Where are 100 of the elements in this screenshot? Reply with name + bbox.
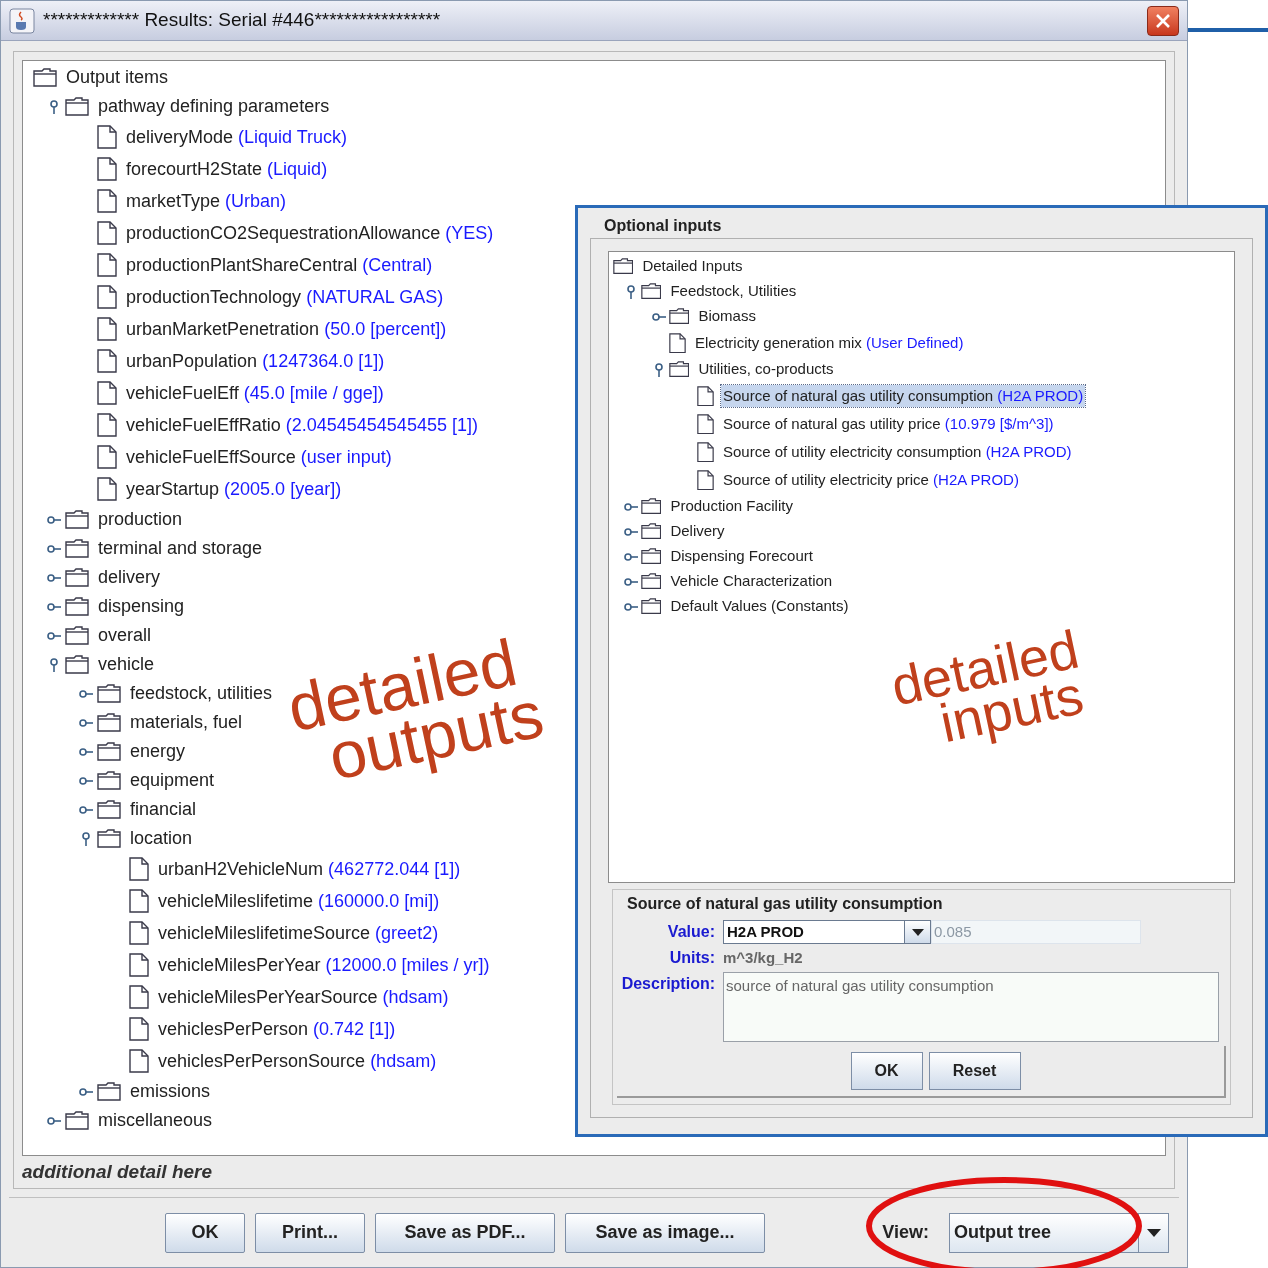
folder-icon xyxy=(97,742,121,761)
tree-item[interactable]: financial xyxy=(128,796,199,823)
window-title: ************* Results: Serial #446***************** xyxy=(43,8,441,33)
units-value: m^3/kg_H2 xyxy=(723,947,803,968)
document-icon xyxy=(697,441,714,463)
expanded-handle-icon[interactable] xyxy=(47,657,61,672)
document-icon xyxy=(129,985,149,1009)
tree-item[interactable]: Detailed Inputs xyxy=(640,255,745,278)
tree-item[interactable]: Output items xyxy=(64,64,171,91)
expanded-handle-icon[interactable] xyxy=(47,99,61,114)
folder-icon xyxy=(97,829,121,848)
folder-icon xyxy=(65,568,89,587)
tree-item[interactable]: Source of utility electricity consumption (H2A PROD) xyxy=(721,440,1074,464)
document-icon xyxy=(129,889,149,913)
form-button[interactable]: Reset xyxy=(928,1052,1021,1090)
tree-item[interactable]: productionCO2SequestrationAllowance (YES) xyxy=(124,219,496,247)
document-icon xyxy=(97,445,117,469)
document-icon xyxy=(129,1017,149,1041)
description-field[interactable]: source of natural gas utility consumption xyxy=(723,972,1219,1042)
folder-icon xyxy=(65,626,89,645)
value-dropdown[interactable]: H2A PROD xyxy=(723,920,931,944)
folder-icon xyxy=(641,523,662,540)
tree-item[interactable]: pathway defining parameters xyxy=(96,93,332,120)
tree-item[interactable]: feedstock, utilities xyxy=(128,680,275,707)
tree-item[interactable]: marketType (Urban) xyxy=(124,187,289,215)
folder-icon xyxy=(65,655,89,674)
coffee-cup-icon xyxy=(9,7,35,34)
expanded-handle-icon[interactable] xyxy=(624,284,638,299)
tree-item[interactable]: vehiclesPerPerson (0.742 [1]) xyxy=(156,1015,398,1043)
folder-icon xyxy=(33,68,57,87)
tree-item[interactable]: productionTechnology (NATURAL GAS) xyxy=(124,283,446,311)
tree-item[interactable]: Electricity generation mix (User Defined) xyxy=(693,331,966,355)
tree-item[interactable]: forecourtH2State (Liquid) xyxy=(124,155,330,183)
tree-item[interactable]: urbanMarketPenetration (50.0 [percent]) xyxy=(124,315,449,343)
document-icon xyxy=(697,413,714,435)
tree-item[interactable]: vehicleMileslifetime (160000.0 [mi]) xyxy=(156,887,442,915)
document-icon xyxy=(97,381,117,405)
document-icon xyxy=(97,189,117,213)
tree-item[interactable]: Utilities, co-products xyxy=(696,358,836,381)
dialog-button[interactable]: Save as image... xyxy=(565,1212,765,1253)
document-icon xyxy=(697,469,714,491)
tree-item[interactable]: emissions xyxy=(128,1078,213,1105)
tree-item[interactable]: equipment xyxy=(128,767,217,794)
tree-item[interactable]: Feedstock, Utilities xyxy=(668,280,799,303)
folder-icon xyxy=(641,573,662,590)
field-label: Value: xyxy=(666,922,716,942)
tree-item[interactable]: vehicleFuelEffSource (user input) xyxy=(124,443,394,471)
folder-icon xyxy=(641,498,662,515)
tree-item[interactable]: Source of utility electricity price (H2A PROD) xyxy=(721,468,1021,492)
document-icon xyxy=(97,317,117,341)
tree-item[interactable]: energy xyxy=(128,738,188,765)
dropdown-arrow-icon xyxy=(911,928,924,936)
tree-item[interactable]: location xyxy=(128,825,195,852)
view-dropdown[interactable]: Output tree xyxy=(949,1212,1169,1253)
tree-item[interactable]: delivery xyxy=(96,564,163,591)
document-icon xyxy=(97,125,117,149)
tree-item[interactable]: Dispensing Forecourt xyxy=(668,545,815,568)
tree-item[interactable]: vehicleMileslifetimeSource (greet2) xyxy=(156,919,441,947)
tree-item[interactable]: Source of natural gas utility price (10.979 [$/m^3]) xyxy=(721,412,1056,436)
tree-item[interactable]: terminal and storage xyxy=(96,535,265,562)
tree-item[interactable]: Delivery xyxy=(668,520,727,543)
tree-item[interactable]: materials, fuel xyxy=(128,709,245,736)
tree-item[interactable]: overall xyxy=(96,622,154,649)
form-button[interactable]: OK xyxy=(850,1052,923,1090)
tree-item[interactable]: production xyxy=(96,506,185,533)
tree-item[interactable]: dispensing xyxy=(96,593,187,620)
tree-item[interactable]: vehiclesPerPersonSource (hdsam) xyxy=(156,1047,439,1075)
tree-item[interactable]: Biomass xyxy=(696,305,758,328)
tree-item[interactable]: urbanPopulation (1247364.0 [1]) xyxy=(124,347,387,375)
tree-item[interactable]: productionPlantShareCentral (Central) xyxy=(124,251,435,279)
folder-icon xyxy=(669,361,690,378)
folder-icon xyxy=(97,800,121,819)
tree-item[interactable]: vehicleFuelEff (45.0 [mile / gge]) xyxy=(124,379,386,407)
folder-icon xyxy=(65,510,89,529)
dialog-button[interactable]: Save as PDF... xyxy=(375,1212,555,1253)
tree-item[interactable]: vehicleMilesPerYearSource (hdsam) xyxy=(156,983,451,1011)
tree-item[interactable]: urbanH2VehicleNum (462772.044 [1]) xyxy=(156,855,463,883)
folder-icon xyxy=(97,1082,121,1101)
tree-item[interactable]: vehicle xyxy=(96,651,157,678)
tree-item[interactable]: yearStartup (2005.0 [year]) xyxy=(124,475,344,503)
dialog-button[interactable]: Print... xyxy=(255,1212,365,1253)
tree-item[interactable]: Vehicle Characterization xyxy=(668,570,835,593)
folder-icon xyxy=(641,283,662,300)
tree-item[interactable]: Production Facility xyxy=(668,495,795,518)
close-button[interactable] xyxy=(1147,5,1179,36)
expanded-handle-icon[interactable] xyxy=(652,362,666,377)
tree-item[interactable]: deliveryMode (Liquid Truck) xyxy=(124,123,350,151)
folder-icon xyxy=(613,258,634,275)
document-icon xyxy=(129,857,149,881)
dialog-button[interactable]: OK xyxy=(165,1212,245,1253)
document-icon xyxy=(97,157,117,181)
tree-item[interactable]: vehicleMilesPerYear (12000.0 [miles / yr]) xyxy=(156,951,492,979)
document-icon xyxy=(97,221,117,245)
tree-item[interactable]: miscellaneous xyxy=(96,1107,215,1134)
tree-item[interactable]: vehicleFuelEffRatio (2.04545454545455 [1]) xyxy=(124,411,480,439)
expanded-handle-icon[interactable] xyxy=(79,831,93,846)
tree-item[interactable]: Source of natural gas utility consumption (H2A PROD) xyxy=(721,384,1086,408)
folder-icon xyxy=(97,713,121,732)
tree-item[interactable]: Default Values (Constants) xyxy=(668,595,851,618)
field-label: Units: xyxy=(668,948,716,968)
